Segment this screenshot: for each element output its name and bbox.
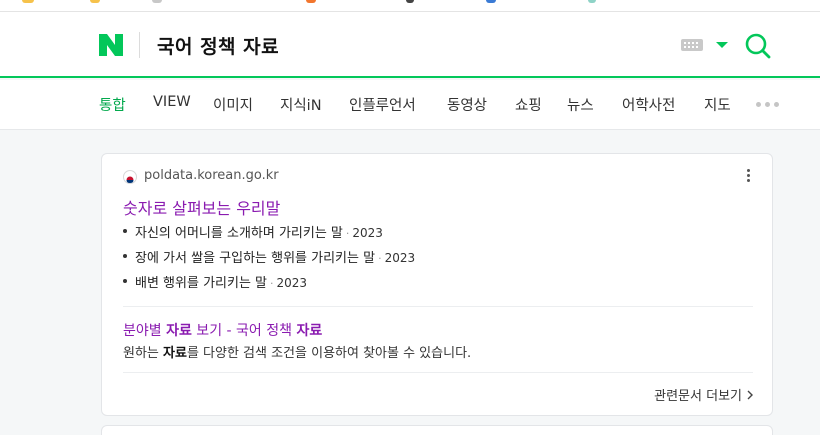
sub-result-description: 원하는 자료를 다양한 검색 조건을 이용하여 찾아볼 수 있습니다.: [123, 346, 472, 361]
naver-logo[interactable]: [99, 34, 123, 56]
keyboard-icon[interactable]: [681, 39, 703, 51]
result-title[interactable]: 숫자로 살펴보는 우리말: [123, 195, 280, 219]
search-header: 국어 정책 자료: [0, 12, 820, 78]
list-item-year: 2023: [276, 276, 308, 290]
search-tabs: 통합 VIEW 이미지 지식iN 인플루언서 동영상 쇼핑 뉴스 어학사전 지도: [0, 80, 820, 130]
related-docs-more-link[interactable]: 관련문서 더보기: [654, 385, 754, 404]
list-item-year: 2023: [384, 251, 416, 265]
tab-all[interactable]: 통합: [99, 94, 126, 115]
list-item-text: 장에 가서 쌀을 구입하는 행위를 가리키는 말: [135, 251, 376, 266]
tab-video[interactable]: 동영상: [447, 94, 487, 115]
chevron-right-icon: [747, 390, 753, 399]
more-tabs-icon[interactable]: [756, 102, 780, 108]
korea-flag-icon: [123, 170, 137, 184]
list-item-text: 자신의 어머니를 소개하며 가리키는 말: [135, 226, 343, 241]
search-icon[interactable]: [745, 33, 771, 59]
tab-kin[interactable]: 지식iN: [280, 94, 322, 115]
tab-images[interactable]: 이미지: [213, 94, 253, 115]
separator-dot: ·: [270, 277, 274, 290]
list-item[interactable]: 자신의 어머니를 소개하며 가리키는 말 · 2023: [123, 222, 415, 247]
tab-influencer[interactable]: 인플루언서: [349, 94, 416, 115]
list-item[interactable]: 배변 행위를 가리키는 말 · 2023: [123, 272, 415, 297]
list-item[interactable]: 장에 가서 쌀을 구입하는 행위를 가리키는 말 · 2023: [123, 247, 415, 272]
sub-result-title[interactable]: 분야별 자료 보기 - 국어 정책 자료: [123, 320, 322, 340]
separator-dot: ·: [378, 252, 382, 265]
tab-news[interactable]: 뉴스: [567, 94, 594, 115]
result-card: poldata.korean.go.kr 숫자로 살펴보는 우리말 자신의 어머…: [101, 153, 773, 416]
browser-top-strip: [0, 0, 820, 12]
tab-view[interactable]: VIEW: [153, 94, 191, 110]
search-query[interactable]: 국어 정책 자료: [157, 32, 279, 59]
list-item-year: 2023: [352, 226, 383, 240]
chevron-down-icon[interactable]: [716, 42, 728, 48]
tab-map[interactable]: 지도: [704, 94, 731, 115]
divider: [123, 306, 753, 307]
more-link-label: 관련문서 더보기: [654, 389, 742, 404]
next-result-card: [101, 425, 773, 435]
more-options-icon[interactable]: [747, 168, 751, 184]
result-source-url[interactable]: poldata.korean.go.kr: [144, 168, 279, 183]
result-sublinks: 자신의 어머니를 소개하며 가리키는 말 · 2023 장에 가서 쌀을 구입하는 …: [123, 222, 415, 297]
divider: [139, 32, 140, 58]
tab-shopping[interactable]: 쇼핑: [515, 94, 542, 115]
divider: [123, 372, 753, 373]
list-item-text: 배변 행위를 가리키는 말: [135, 276, 267, 291]
separator-dot: ·: [345, 227, 350, 240]
tab-dictionary[interactable]: 어학사전: [622, 94, 675, 115]
